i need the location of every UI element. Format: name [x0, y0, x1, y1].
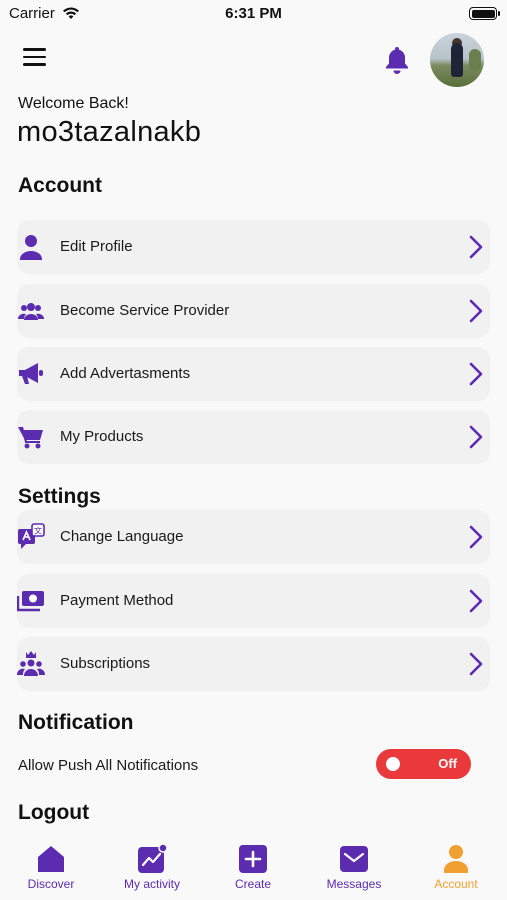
- tab-label: Discover: [27, 877, 75, 891]
- menu-item-label: Change Language: [60, 528, 184, 545]
- chevron-right-icon: [469, 425, 483, 449]
- push-notifications-label: Allow Push All Notifications: [18, 757, 199, 774]
- user-icon: [17, 233, 45, 261]
- person-icon: [441, 844, 471, 874]
- tab-create[interactable]: Create: [208, 844, 298, 891]
- tab-messages[interactable]: Messages: [309, 844, 399, 891]
- battery-icon: [469, 7, 500, 20]
- notification-bell-icon[interactable]: [383, 45, 411, 75]
- plus-icon: [238, 844, 268, 874]
- chevron-right-icon: [469, 362, 483, 386]
- tab-label: Account: [434, 877, 478, 891]
- chevron-right-icon: [469, 235, 483, 259]
- profile-avatar[interactable]: [430, 33, 484, 87]
- menu-item-label: Subscriptions: [60, 655, 151, 672]
- tab-label: My activity: [123, 877, 180, 891]
- menu-item-label: Add Advertasments: [60, 365, 191, 382]
- envelope-icon: [339, 844, 369, 874]
- language-icon: 文: [17, 523, 45, 551]
- menu-item-change-language[interactable]: 文 Change Language: [17, 510, 490, 564]
- tab-account[interactable]: Account: [411, 844, 501, 891]
- chevron-right-icon: [469, 652, 483, 676]
- account-section-title: Account: [18, 174, 102, 197]
- menu-item-edit-profile[interactable]: Edit Profile: [17, 220, 490, 274]
- toggle-knob: [386, 757, 400, 771]
- menu-item-label: Become Service Provider: [60, 302, 230, 319]
- settings-section-title: Settings: [18, 485, 101, 508]
- username-title: mo3tazalnakb: [17, 116, 202, 148]
- hamburger-menu-button[interactable]: [23, 48, 47, 70]
- menu-item-my-products[interactable]: My Products: [17, 410, 490, 464]
- menu-item-become-service-provider[interactable]: Become Service Provider: [17, 284, 490, 338]
- chevron-right-icon: [469, 299, 483, 323]
- chevron-right-icon: [469, 525, 483, 549]
- menu-item-label: Payment Method: [60, 592, 174, 609]
- menu-item-subscriptions[interactable]: Subscriptions: [17, 637, 490, 691]
- money-icon: [17, 587, 45, 615]
- logout-button[interactable]: Logout: [18, 801, 89, 825]
- tab-discover[interactable]: Discover: [6, 844, 96, 891]
- crown-users-icon: [17, 650, 45, 678]
- users-icon: [17, 297, 45, 325]
- chevron-right-icon: [469, 589, 483, 613]
- tab-my-activity[interactable]: My activity: [107, 844, 197, 891]
- toggle-state-text: Off: [438, 756, 457, 771]
- menu-item-add-advertisements[interactable]: Add Advertasments: [17, 347, 490, 401]
- menu-item-payment-method[interactable]: Payment Method: [17, 574, 490, 628]
- notification-section-title: Notification: [18, 711, 134, 734]
- home-icon: [36, 844, 66, 874]
- status-time: 6:31 PM: [225, 5, 282, 22]
- activity-icon: [137, 844, 167, 874]
- push-notifications-toggle[interactable]: Off: [376, 749, 471, 779]
- welcome-text: Welcome Back!: [18, 95, 129, 112]
- status-bar: Carrier 6:31 PM: [0, 0, 507, 30]
- menu-item-label: My Products: [60, 428, 144, 445]
- megaphone-icon: [17, 360, 45, 388]
- svg-text:文: 文: [34, 526, 42, 536]
- tab-label: Create: [234, 877, 272, 891]
- cart-icon: [17, 423, 45, 451]
- menu-item-label: Edit Profile: [60, 238, 133, 255]
- tab-label: Messages: [326, 877, 382, 891]
- bottom-tab-bar: Discover My activity Create Messages Acc…: [0, 840, 507, 900]
